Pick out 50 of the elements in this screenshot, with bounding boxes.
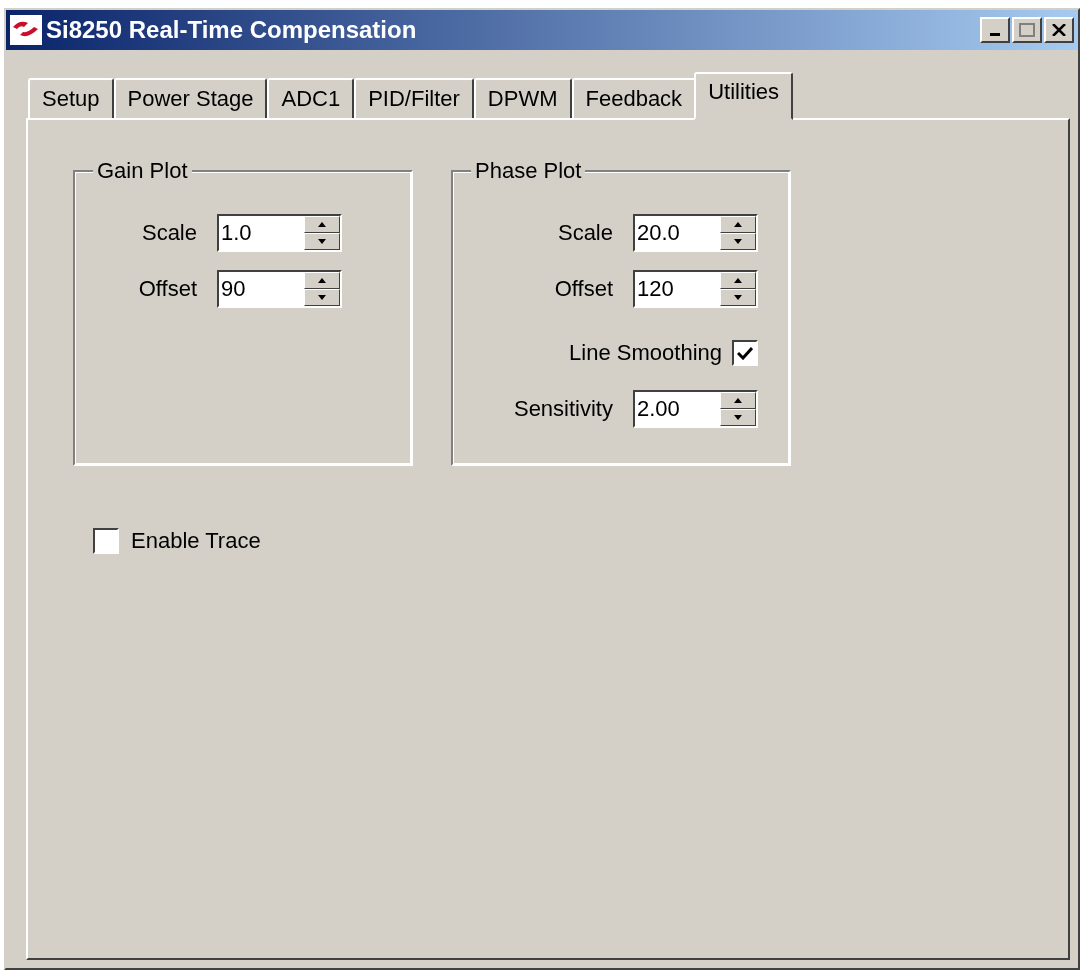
spin-up-button[interactable] (720, 392, 756, 409)
spin-up-button[interactable] (720, 216, 756, 233)
checkmark-icon (737, 346, 753, 360)
spin-field[interactable]: 1.0 (217, 214, 342, 252)
tab[interactable]: DPWM (473, 78, 572, 118)
field-label: Scale (140, 220, 197, 246)
spin-field[interactable]: 90 (217, 270, 342, 308)
maximize-button[interactable] (1012, 17, 1042, 43)
app-logo-icon (10, 15, 42, 45)
minimize-button[interactable] (980, 17, 1010, 43)
spin-field[interactable]: 2.00 (633, 390, 758, 428)
maximize-icon (1019, 23, 1035, 37)
up-arrow-icon (318, 222, 326, 227)
field-label: Scale (556, 220, 613, 246)
tab[interactable]: Feedback (571, 78, 697, 118)
up-arrow-icon (734, 398, 742, 403)
checkbox[interactable] (93, 528, 119, 554)
spin-down-button[interactable] (720, 289, 756, 306)
up-arrow-icon (734, 222, 742, 227)
field-label: Sensitivity (512, 396, 613, 422)
down-arrow-icon (318, 239, 326, 244)
tab[interactable]: Setup (28, 78, 114, 118)
tab[interactable]: ADC1 (267, 78, 355, 118)
close-icon (1052, 24, 1066, 36)
spin-up-button[interactable] (304, 216, 340, 233)
up-arrow-icon (318, 278, 326, 283)
close-button[interactable] (1044, 17, 1074, 43)
checkbox-label: Line Smoothing (569, 340, 722, 366)
field-label: Offset (553, 276, 613, 302)
down-arrow-icon (734, 239, 742, 244)
tab[interactable]: PID/Filter (354, 78, 474, 118)
spin-down-button[interactable] (304, 289, 340, 306)
spin-down-button[interactable] (720, 233, 756, 250)
down-arrow-icon (734, 415, 742, 420)
spin-field[interactable]: 20.0 (633, 214, 758, 252)
up-arrow-icon (734, 278, 742, 283)
minimize-icon (990, 33, 1000, 36)
down-arrow-icon (318, 295, 326, 300)
field-label: Offset (137, 276, 197, 302)
down-arrow-icon (734, 295, 742, 300)
spin-down-button[interactable] (304, 233, 340, 250)
spin-up-button[interactable] (720, 272, 756, 289)
spin-down-button[interactable] (720, 409, 756, 426)
window-title: Si8250 Real-Time Compensation (46, 16, 418, 44)
checkbox-label: Enable Trace (131, 528, 261, 554)
spin-up-button[interactable] (304, 272, 340, 289)
tab[interactable]: Utilities (694, 72, 794, 120)
tab[interactable]: Power Stage (113, 78, 268, 118)
spin-field[interactable]: 120 (633, 270, 758, 308)
checkbox[interactable] (732, 340, 758, 366)
